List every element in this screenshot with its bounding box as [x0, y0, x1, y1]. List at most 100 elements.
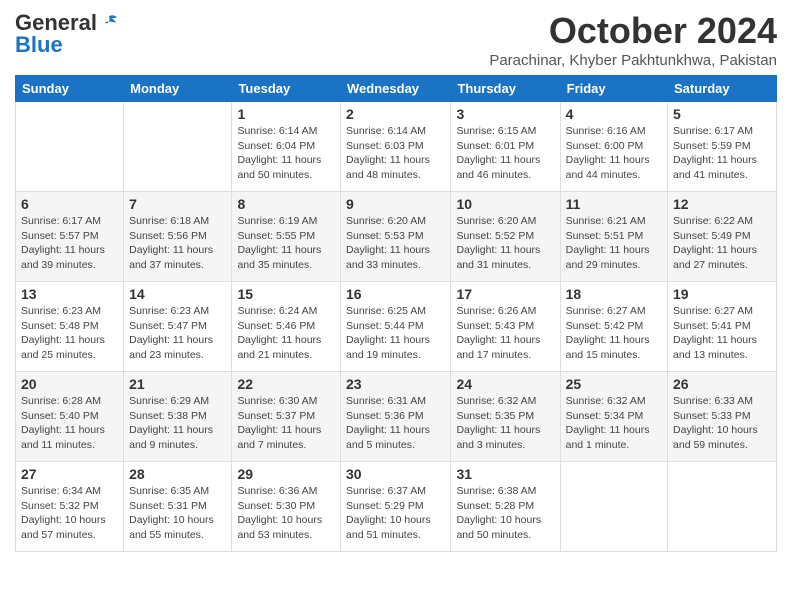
- calendar-cell: 8 Sunrise: 6:19 AMSunset: 5:55 PMDaylight…: [232, 192, 341, 282]
- subtitle: Parachinar, Khyber Pakhtunkhwa, Pakistan: [489, 52, 777, 69]
- day-info: Sunrise: 6:23 AMSunset: 5:47 PMDaylight:…: [129, 304, 226, 363]
- calendar-cell: 1 Sunrise: 6:14 AMSunset: 6:04 PMDaylight…: [232, 102, 341, 192]
- calendar-cell: 11 Sunrise: 6:21 AMSunset: 5:51 PMDayligh…: [560, 192, 667, 282]
- day-number: 29: [237, 466, 335, 482]
- day-number: 9: [346, 196, 445, 212]
- day-info: Sunrise: 6:20 AMSunset: 5:52 PMDaylight:…: [456, 214, 554, 273]
- day-number: 18: [566, 286, 662, 302]
- day-info: Sunrise: 6:19 AMSunset: 5:55 PMDaylight:…: [237, 214, 335, 273]
- calendar-cell: [560, 462, 667, 552]
- calendar-cell: 20Sunrise: 6:28 AMSunset: 5:40 PMDayligh…: [16, 372, 124, 462]
- calendar-cell: 14 Sunrise: 6:23 AMSunset: 5:47 PMDayligh…: [124, 282, 232, 372]
- day-number: 12: [673, 196, 771, 212]
- day-number: 1: [237, 106, 335, 122]
- day-info: Sunrise: 6:24 AMSunset: 5:46 PMDaylight:…: [237, 304, 335, 363]
- day-number: 5: [673, 106, 771, 122]
- calendar-cell: 29 Sunrise: 6:36 AMSunset: 5:30 PMDayligh…: [232, 462, 341, 552]
- day-info: Sunrise: 6:16 AMSunset: 6:00 PMDaylight:…: [566, 124, 662, 183]
- calendar-cell: 17 Sunrise: 6:26 AMSunset: 5:43 PMDayligh…: [451, 282, 560, 372]
- calendar-cell: 24 Sunrise: 6:32 AMSunset: 5:35 PMDayligh…: [451, 372, 560, 462]
- weekday-header-tuesday: Tuesday: [232, 76, 341, 102]
- calendar-cell: 25 Sunrise: 6:32 AMSunset: 5:34 PMDayligh…: [560, 372, 667, 462]
- day-number: 15: [237, 286, 335, 302]
- calendar-table: SundayMondayTuesdayWednesdayThursdayFrid…: [15, 75, 777, 552]
- calendar-cell: 21 Sunrise: 6:29 AMSunset: 5:38 PMDayligh…: [124, 372, 232, 462]
- day-number: 26: [673, 376, 771, 392]
- day-number: 10: [456, 196, 554, 212]
- day-info: Sunrise: 6:21 AMSunset: 5:51 PMDaylight:…: [566, 214, 662, 273]
- day-info: Sunrise: 6:36 AMSunset: 5:30 PMDaylight:…: [237, 484, 335, 543]
- day-info: Sunrise: 6:38 AMSunset: 5:28 PMDaylight:…: [456, 484, 554, 543]
- day-number: 23: [346, 376, 445, 392]
- weekday-header-monday: Monday: [124, 76, 232, 102]
- day-number: 11: [566, 196, 662, 212]
- weekday-header-wednesday: Wednesday: [341, 76, 451, 102]
- logo-bird-icon: [99, 14, 119, 32]
- day-info: Sunrise: 6:34 AMSunset: 5:32 PMDaylight:…: [21, 484, 118, 543]
- day-number: 7: [129, 196, 226, 212]
- day-number: 24: [456, 376, 554, 392]
- day-info: Sunrise: 6:35 AMSunset: 5:31 PMDaylight:…: [129, 484, 226, 543]
- day-info: Sunrise: 6:29 AMSunset: 5:38 PMDaylight:…: [129, 394, 226, 453]
- day-info: Sunrise: 6:14 AMSunset: 6:03 PMDaylight:…: [346, 124, 445, 183]
- calendar-cell: 12 Sunrise: 6:22 AMSunset: 5:49 PMDayligh…: [668, 192, 777, 282]
- calendar-cell: 23 Sunrise: 6:31 AMSunset: 5:36 PMDayligh…: [341, 372, 451, 462]
- month-title: October 2024: [489, 10, 777, 52]
- day-info: Sunrise: 6:27 AMSunset: 5:42 PMDaylight:…: [566, 304, 662, 363]
- calendar-cell: 26Sunrise: 6:33 AMSunset: 5:33 PMDayligh…: [668, 372, 777, 462]
- day-number: 2: [346, 106, 445, 122]
- calendar-cell: 2 Sunrise: 6:14 AMSunset: 6:03 PMDaylight…: [341, 102, 451, 192]
- day-number: 8: [237, 196, 335, 212]
- day-info: Sunrise: 6:32 AMSunset: 5:35 PMDaylight:…: [456, 394, 554, 453]
- day-number: 14: [129, 286, 226, 302]
- weekday-header-friday: Friday: [560, 76, 667, 102]
- calendar-cell: 31 Sunrise: 6:38 AMSunset: 5:28 PMDayligh…: [451, 462, 560, 552]
- weekday-header-saturday: Saturday: [668, 76, 777, 102]
- day-number: 22: [237, 376, 335, 392]
- day-info: Sunrise: 6:17 AMSunset: 5:57 PMDaylight:…: [21, 214, 118, 273]
- calendar-cell: [16, 102, 124, 192]
- day-number: 28: [129, 466, 226, 482]
- day-number: 16: [346, 286, 445, 302]
- calendar-cell: [124, 102, 232, 192]
- calendar-cell: 19Sunrise: 6:27 AMSunset: 5:41 PMDayligh…: [668, 282, 777, 372]
- calendar-cell: 30 Sunrise: 6:37 AMSunset: 5:29 PMDayligh…: [341, 462, 451, 552]
- calendar-cell: 16Sunrise: 6:25 AMSunset: 5:44 PMDayligh…: [341, 282, 451, 372]
- calendar-cell: 6 Sunrise: 6:17 AMSunset: 5:57 PMDaylight…: [16, 192, 124, 282]
- day-number: 25: [566, 376, 662, 392]
- calendar-cell: 27 Sunrise: 6:34 AMSunset: 5:32 PMDayligh…: [16, 462, 124, 552]
- calendar-cell: 22 Sunrise: 6:30 AMSunset: 5:37 PMDayligh…: [232, 372, 341, 462]
- calendar-cell: 18 Sunrise: 6:27 AMSunset: 5:42 PMDayligh…: [560, 282, 667, 372]
- day-number: 17: [456, 286, 554, 302]
- calendar-cell: 4Sunrise: 6:16 AMSunset: 6:00 PMDaylight…: [560, 102, 667, 192]
- day-number: 19: [673, 286, 771, 302]
- calendar-cell: 10 Sunrise: 6:20 AMSunset: 5:52 PMDayligh…: [451, 192, 560, 282]
- day-info: Sunrise: 6:30 AMSunset: 5:37 PMDaylight:…: [237, 394, 335, 453]
- day-number: 21: [129, 376, 226, 392]
- day-number: 31: [456, 466, 554, 482]
- title-section: October 2024 Parachinar, Khyber Pakhtunk…: [489, 10, 777, 69]
- day-info: Sunrise: 6:14 AMSunset: 6:04 PMDaylight:…: [237, 124, 335, 183]
- day-number: 20: [21, 376, 118, 392]
- day-info: Sunrise: 6:18 AMSunset: 5:56 PMDaylight:…: [129, 214, 226, 273]
- day-number: 3: [456, 106, 554, 122]
- day-info: Sunrise: 6:37 AMSunset: 5:29 PMDaylight:…: [346, 484, 445, 543]
- day-number: 30: [346, 466, 445, 482]
- logo: General Blue: [15, 10, 119, 58]
- day-number: 6: [21, 196, 118, 212]
- weekday-header-thursday: Thursday: [451, 76, 560, 102]
- calendar-cell: 7 Sunrise: 6:18 AMSunset: 5:56 PMDaylight…: [124, 192, 232, 282]
- day-info: Sunrise: 6:32 AMSunset: 5:34 PMDaylight:…: [566, 394, 662, 453]
- day-info: Sunrise: 6:22 AMSunset: 5:49 PMDaylight:…: [673, 214, 771, 273]
- day-info: Sunrise: 6:20 AMSunset: 5:53 PMDaylight:…: [346, 214, 445, 273]
- day-info: Sunrise: 6:26 AMSunset: 5:43 PMDaylight:…: [456, 304, 554, 363]
- logo-blue: Blue: [15, 32, 63, 58]
- calendar-cell: 28 Sunrise: 6:35 AMSunset: 5:31 PMDayligh…: [124, 462, 232, 552]
- calendar-cell: 3Sunrise: 6:15 AMSunset: 6:01 PMDaylight…: [451, 102, 560, 192]
- calendar-cell: 13Sunrise: 6:23 AMSunset: 5:48 PMDayligh…: [16, 282, 124, 372]
- day-info: Sunrise: 6:31 AMSunset: 5:36 PMDaylight:…: [346, 394, 445, 453]
- page-header: General Blue October 2024 Parachinar, Kh…: [15, 10, 777, 69]
- day-number: 27: [21, 466, 118, 482]
- calendar-cell: [668, 462, 777, 552]
- day-number: 13: [21, 286, 118, 302]
